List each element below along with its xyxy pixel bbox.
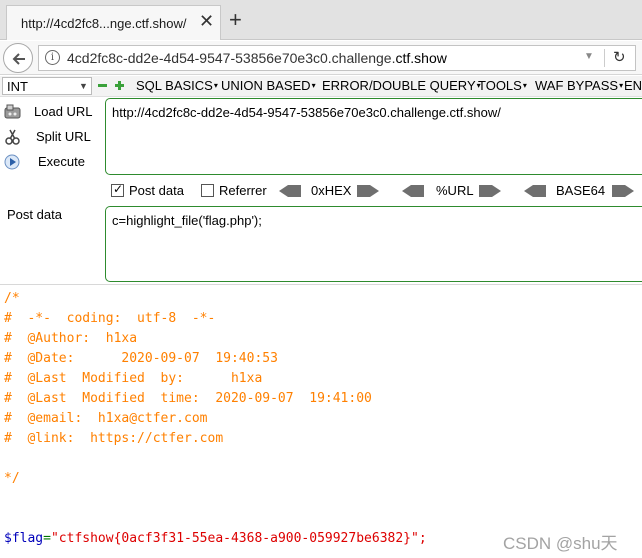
back-button[interactable] <box>3 43 33 73</box>
source-comment-line: # @link: https://ctfer.com <box>4 431 224 446</box>
decrease-button[interactable] <box>97 78 108 93</box>
flag-source-line: $flag="ctfshow{0acf3f31-55ea-4368-a900-0… <box>4 531 427 546</box>
tab-title: http://4cd2fc8...nge.ctf.show/ <box>21 16 187 31</box>
post-data-value: c=highlight_file('flag.php'); <box>112 213 262 228</box>
url-domain: ctf.show <box>395 50 447 66</box>
tab-strip: http://4cd2fc8...nge.ctf.show/ ✕ + <box>0 0 642 40</box>
type-select-value: INT <box>7 79 28 94</box>
browser-tab[interactable]: http://4cd2fc8...nge.ctf.show/ ✕ <box>6 5 221 40</box>
address-url[interactable]: 4cd2fc8c-dd2e-4d54-9547-53856e70e3c0.cha… <box>67 50 447 66</box>
hackbar-toolbar: INT ▼ SQL BASICS▾ UNION BASED▾ ERROR/DOU… <box>0 76 642 97</box>
reload-icon[interactable]: ↻ <box>613 48 626 66</box>
referrer-checkbox-label: Referrer <box>219 183 267 198</box>
hex-encode-arrow-icon[interactable] <box>357 185 379 197</box>
menu-sql-basics[interactable]: SQL BASICS▾ <box>136 78 218 93</box>
menu-tools[interactable]: TOOLS▾ <box>478 78 527 93</box>
checkmark-icon: ✓ <box>113 182 124 196</box>
type-select[interactable]: INT ▼ <box>2 77 92 95</box>
flag-variable: $flag <box>4 531 44 546</box>
base64-decode-arrow-icon[interactable] <box>524 185 546 197</box>
url-decode-arrow-icon[interactable] <box>402 185 424 197</box>
hex-label: 0xHEX <box>311 183 352 198</box>
menu-encoding[interactable]: EN <box>624 78 642 93</box>
source-comment-line: */ <box>4 471 20 486</box>
post-data-checkbox-label: Post data <box>129 183 184 198</box>
hex-decode-arrow-icon[interactable] <box>279 185 301 197</box>
post-data-textarea[interactable]: c=highlight_file('flag.php'); <box>105 206 642 282</box>
separator <box>604 49 605 67</box>
navigation-bar: i 4cd2fc8c-dd2e-4d54-9547-53856e70e3c0.c… <box>0 41 642 75</box>
post-data-checkbox[interactable]: ✓ <box>111 182 124 197</box>
execute-label: Execute <box>38 154 85 169</box>
close-tab-icon[interactable]: ✕ <box>199 11 214 31</box>
url-textarea-value: http://4cd2fc8c-dd2e-4d54-9547-53856e70e… <box>112 105 501 120</box>
menu-union-based[interactable]: UNION BASED▾ <box>221 78 316 93</box>
source-comment-line: /* <box>4 291 20 306</box>
history-dropdown-icon[interactable]: ▼ <box>584 51 594 62</box>
url-encoding-label: %URL <box>436 183 474 198</box>
address-bar[interactable]: i 4cd2fc8c-dd2e-4d54-9547-53856e70e3c0.c… <box>38 45 636 71</box>
chevron-down-icon: ▼ <box>79 81 88 91</box>
referrer-checkbox[interactable] <box>201 184 214 197</box>
menu-waf-bypass[interactable]: WAF BYPASS▾ <box>535 78 623 93</box>
source-comment-line: # @Last Modified time: 2020-09-07 19:41:… <box>4 391 372 406</box>
post-data-field-label: Post data <box>7 207 62 222</box>
source-comment-line: # @Author: h1xa <box>4 331 138 346</box>
source-comment-line: # -*- coding: utf-8 -*- <box>4 311 216 326</box>
scissors-icon <box>5 129 20 145</box>
increase-button[interactable] <box>113 78 126 93</box>
back-arrow-icon <box>12 53 25 65</box>
base64-encode-arrow-icon[interactable] <box>612 185 634 197</box>
url-encode-arrow-icon[interactable] <box>479 185 501 197</box>
base64-label: BASE64 <box>556 183 606 198</box>
assignment-operator: = <box>43 531 51 546</box>
new-tab-button[interactable]: + <box>229 9 242 31</box>
info-icon[interactable]: i <box>45 50 60 65</box>
play-icon <box>4 154 20 170</box>
source-comment-line: # @Last Modified by: h1xa <box>4 371 263 386</box>
load-url-label: Load URL <box>34 104 93 119</box>
url-subdomain: 4cd2fc8c-dd2e-4d54-9547-53856e70e3c0.cha… <box>67 50 396 66</box>
panel-divider <box>0 284 642 285</box>
load-url-icon <box>4 104 21 119</box>
source-comment-line: # @email: h1xa@ctfer.com <box>4 411 208 426</box>
flag-string: "ctfshow{0acf3f31-55ea-4368-a900-059927b… <box>50 531 427 546</box>
menu-error-double-query[interactable]: ERROR/DOUBLE QUERY▾ <box>322 78 481 93</box>
source-comment-line: # @Date: 2020-09-07 19:40:53 <box>4 351 278 366</box>
csdn-watermark: CSDN @shu天 <box>503 534 618 553</box>
url-textarea[interactable]: http://4cd2fc8c-dd2e-4d54-9547-53856e70e… <box>105 98 642 175</box>
split-url-label: Split URL <box>36 129 91 144</box>
